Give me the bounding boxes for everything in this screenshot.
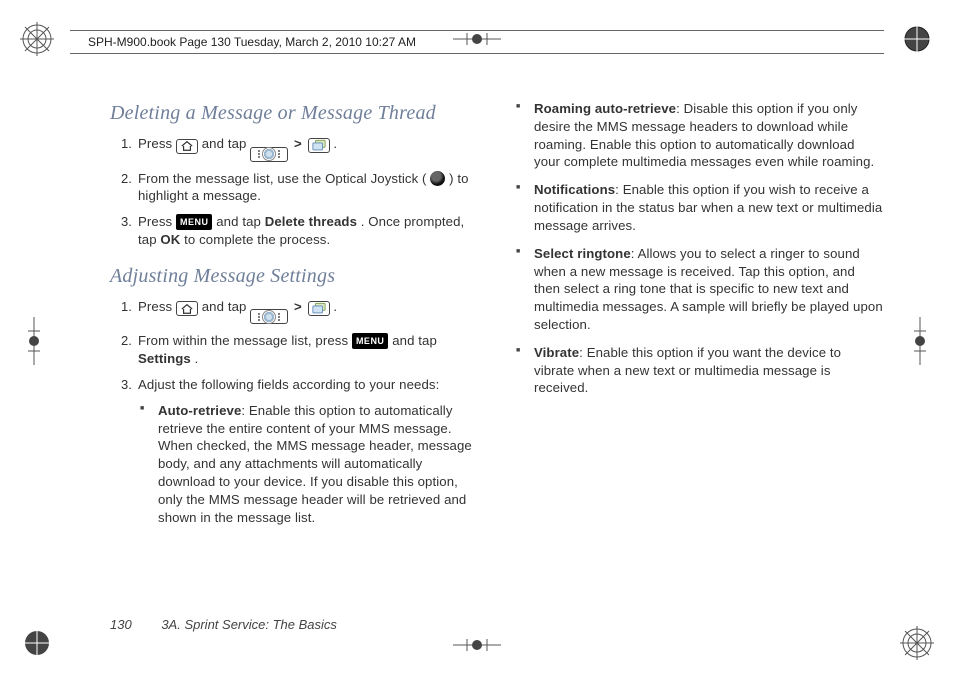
menu-key-icon: MENU [352, 333, 389, 349]
step-2: From within the message list, press MENU… [132, 332, 480, 368]
registration-mark-icon [900, 22, 934, 56]
settings-bullets-right: Roaming auto-retrieve: Disable this opti… [514, 100, 884, 397]
steps-adjust: Press and tap > . From within the messag… [110, 298, 480, 527]
registration-mark-icon [20, 22, 54, 56]
running-head: SPH-M900.book Page 130 Tuesday, March 2,… [70, 30, 884, 54]
bullet-select-ringtone: Select ringtone: Allows you to select a … [528, 245, 884, 334]
right-column: Roaming auto-retrieve: Disable this opti… [514, 100, 884, 602]
app-launcher-icon [250, 309, 288, 324]
crop-mark-icon [453, 638, 501, 650]
settings-bullets-left: Auto-retrieve: Enable this option to aut… [138, 402, 480, 527]
step-3: Adjust the following fields according to… [132, 376, 480, 527]
section-title-delete: Deleting a Message or Message Thread [110, 100, 480, 127]
section-title-adjust: Adjusting Message Settings [110, 263, 480, 290]
registration-mark-icon [20, 626, 54, 660]
bullet-vibrate: Vibrate: Enable this option if you want … [528, 344, 884, 397]
left-column: Deleting a Message or Message Thread Pre… [110, 100, 480, 602]
registration-mark-icon [900, 626, 934, 660]
home-key-icon [176, 301, 198, 316]
step-1: Press and tap > . [132, 135, 480, 162]
crop-mark-icon [914, 317, 926, 365]
bullet-notifications: Notifications: Enable this option if you… [528, 181, 884, 234]
optical-joystick-icon [430, 171, 445, 186]
page-body: Deleting a Message or Message Thread Pre… [110, 100, 884, 602]
bullet-roaming-auto-retrieve: Roaming auto-retrieve: Disable this opti… [528, 100, 884, 171]
step-2: From the message list, use the Optical J… [132, 170, 480, 206]
crop-mark-icon [28, 317, 40, 365]
home-key-icon [176, 139, 198, 154]
step-3: Press MENU and tap Delete threads . Once… [132, 213, 480, 249]
bullet-auto-retrieve: Auto-retrieve: Enable this option to aut… [152, 402, 480, 527]
running-head-text: SPH-M900.book Page 130 Tuesday, March 2,… [88, 35, 416, 49]
footer-title: 3A. Sprint Service: The Basics [161, 617, 337, 632]
steps-delete: Press and tap > . From the message list,… [110, 135, 480, 249]
messaging-app-icon [308, 301, 330, 316]
app-launcher-icon [250, 147, 288, 162]
page-number: 130 [110, 617, 132, 632]
messaging-app-icon [308, 138, 330, 153]
step-1: Press and tap > . [132, 298, 480, 325]
menu-key-icon: MENU [176, 214, 213, 230]
page-footer: 130 3A. Sprint Service: The Basics [110, 617, 337, 632]
